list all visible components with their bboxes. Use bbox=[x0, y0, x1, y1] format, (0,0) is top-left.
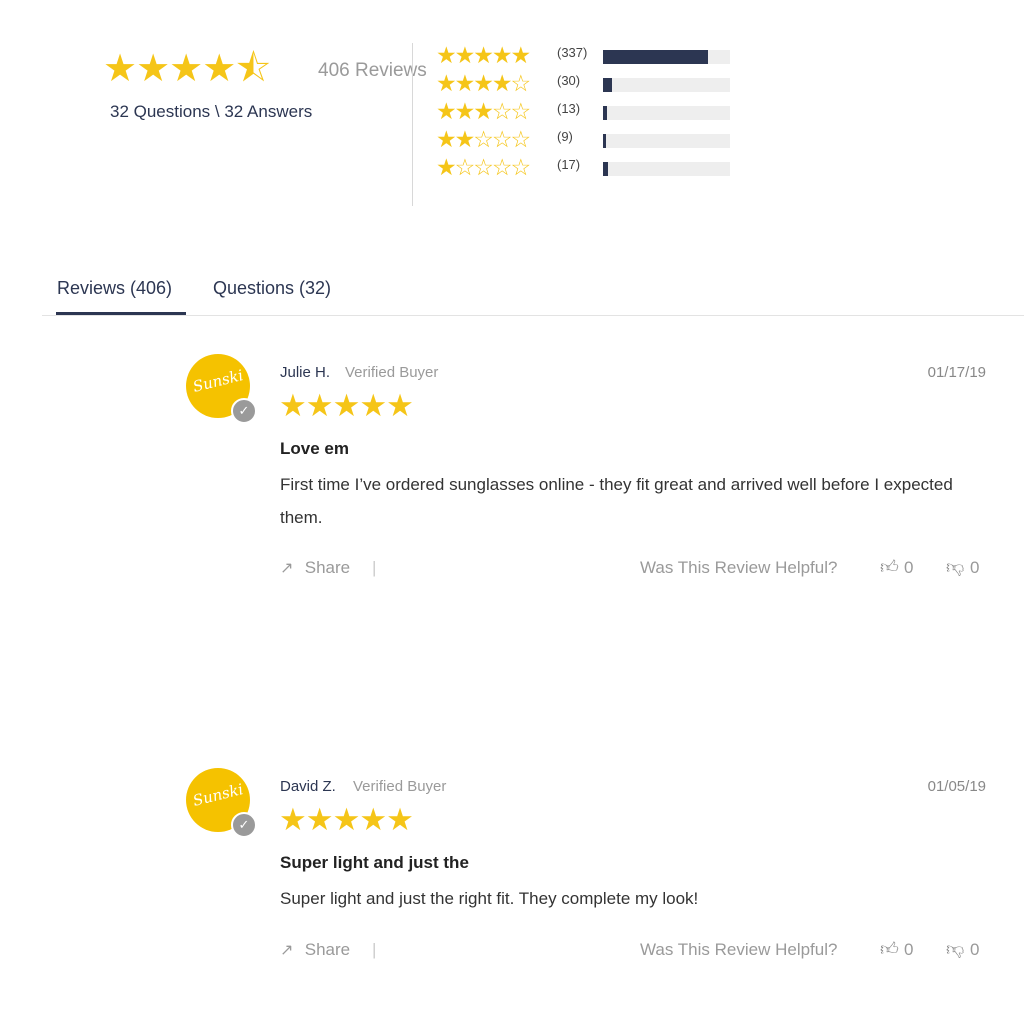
rating-row-3[interactable]: ★★★☆☆ (13) bbox=[436, 100, 736, 124]
verified-buyer-label: Verified Buyer bbox=[353, 778, 447, 795]
avatar: Sunski ✓ bbox=[186, 768, 257, 838]
vote-up-count: 0 bbox=[904, 940, 914, 959]
rating-row-stars: ★★★★☆ bbox=[436, 70, 531, 96]
tabs-divider bbox=[42, 315, 1024, 316]
rating-row-2[interactable]: ★★☆☆☆ (9) bbox=[436, 128, 736, 152]
rating-row-stars: ★☆☆☆☆ bbox=[436, 154, 531, 180]
rating-row-stars: ★★★☆☆ bbox=[436, 98, 531, 124]
review-title: Love em bbox=[280, 439, 349, 458]
rating-row-count: (337) bbox=[557, 45, 588, 60]
share-icon: ↗ bbox=[280, 560, 294, 577]
check-badge-icon: ✓ bbox=[231, 398, 257, 424]
tab-reviews[interactable]: Reviews (406) bbox=[57, 278, 172, 299]
review-date: 01/05/19 bbox=[927, 778, 986, 795]
rating-row-count: (30) bbox=[557, 73, 581, 88]
share-separator: | bbox=[372, 558, 377, 577]
reviewer-name: David Z. bbox=[280, 778, 336, 795]
avatar-logo-text: Sunski bbox=[190, 780, 246, 810]
rating-bar-track bbox=[603, 134, 730, 148]
thumbs-down-icon: 👎︎ bbox=[946, 557, 965, 577]
avatar: Sunski ✓ bbox=[186, 354, 257, 424]
questions-answers-summary[interactable]: 32 Questions \ 32 Answers bbox=[110, 102, 312, 122]
share-icon: ↗ bbox=[280, 942, 294, 959]
rating-row-stars: ★★☆☆☆ bbox=[436, 126, 531, 152]
thumbs-up-icon: 👍︎ bbox=[880, 939, 899, 959]
rating-row-count: (13) bbox=[557, 101, 581, 116]
thumbs-up-icon: 👍︎ bbox=[880, 557, 899, 577]
vote-down-button[interactable]: 👎︎ 0 bbox=[946, 938, 979, 960]
reviewer-name: Julie H. bbox=[280, 364, 331, 381]
review-title: Super light and just the bbox=[280, 853, 469, 872]
rating-bar-track bbox=[603, 78, 730, 92]
rating-row-5[interactable]: ★★★★★ (337) bbox=[436, 44, 736, 68]
total-reviews-count: 406 Reviews bbox=[318, 60, 427, 81]
rating-bar-track bbox=[603, 162, 730, 176]
rating-bar-track bbox=[603, 106, 730, 120]
tab-questions[interactable]: Questions (32) bbox=[213, 278, 331, 299]
vote-up-button[interactable]: 👍︎ 0 bbox=[880, 556, 913, 578]
vote-up-button[interactable]: 👍︎ 0 bbox=[880, 938, 913, 960]
review-item: Sunski ✓ David Z. Verified Buyer 01/05/1… bbox=[0, 768, 1024, 1028]
rating-bar-fill bbox=[603, 162, 609, 176]
share-button[interactable]: ↗ Share bbox=[280, 558, 350, 578]
average-rating-stars: ★★★★⯪ bbox=[103, 48, 271, 90]
vote-up-count: 0 bbox=[904, 558, 914, 577]
rating-row-count: (9) bbox=[557, 129, 573, 144]
helpful-prompt: Was This Review Helpful? bbox=[640, 940, 838, 959]
helpful-prompt: Was This Review Helpful? bbox=[640, 558, 838, 577]
rating-row-1[interactable]: ★☆☆☆☆ (17) bbox=[436, 156, 736, 180]
rating-bar-fill bbox=[603, 50, 709, 64]
vote-down-button[interactable]: 👎︎ 0 bbox=[946, 556, 979, 578]
review-rating-stars: ★★★★★ bbox=[279, 388, 414, 423]
rating-bar-fill bbox=[603, 106, 608, 120]
rating-row-stars: ★★★★★ bbox=[436, 42, 531, 68]
vote-down-count: 0 bbox=[970, 558, 980, 577]
rating-bar-fill bbox=[603, 134, 607, 148]
rating-row-4[interactable]: ★★★★☆ (30) bbox=[436, 72, 736, 96]
review-body: Super light and just the right fit. They… bbox=[280, 889, 699, 908]
check-badge-icon: ✓ bbox=[231, 812, 257, 838]
review-body: First time I’ve ordered sunglasses onlin… bbox=[280, 475, 953, 527]
rating-row-count: (17) bbox=[557, 157, 581, 172]
share-button[interactable]: ↗ Share bbox=[280, 940, 350, 960]
rating-bar-track bbox=[603, 50, 730, 64]
avatar-logo-text: Sunski bbox=[190, 366, 246, 396]
review-item: Sunski ✓ Julie H. Verified Buyer 01/17/1… bbox=[0, 354, 1024, 614]
share-label: Share bbox=[304, 558, 351, 577]
verified-buyer-label: Verified Buyer bbox=[345, 364, 439, 381]
thumbs-down-icon: 👎︎ bbox=[946, 939, 965, 959]
share-label: Share bbox=[304, 940, 351, 959]
vote-down-count: 0 bbox=[970, 940, 980, 959]
summary-divider bbox=[412, 43, 413, 206]
share-separator: | bbox=[372, 940, 377, 959]
review-date: 01/17/19 bbox=[927, 364, 986, 381]
review-rating-stars: ★★★★★ bbox=[279, 802, 414, 837]
rating-bar-fill bbox=[603, 78, 613, 92]
